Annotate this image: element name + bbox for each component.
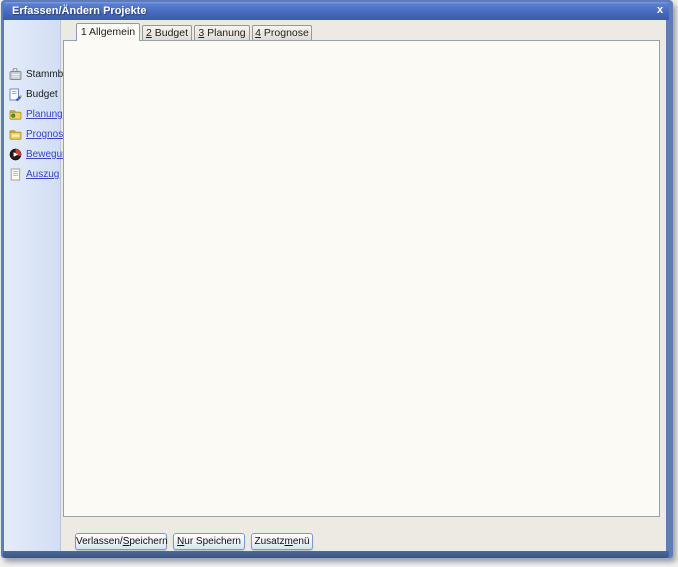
window-title: Erfassen/Ändern Projekte xyxy=(12,5,147,17)
button-label: peichern xyxy=(129,536,167,547)
sidebar-item-label: Auszug xyxy=(26,169,59,180)
button-label: Verlassen/ xyxy=(76,536,123,547)
close-icon[interactable]: x xyxy=(652,3,668,18)
document-icon xyxy=(9,168,22,181)
sidebar-item-stammblatt[interactable]: Stammblatt xyxy=(9,67,60,82)
tab-label: Budget xyxy=(152,27,188,39)
tab-label: Allgemein xyxy=(87,26,135,38)
tab-planung[interactable]: 3 Planung xyxy=(194,25,250,41)
button-label: Zusatz xyxy=(254,536,284,547)
tab-label: Prognose xyxy=(261,27,309,39)
tab-budget[interactable]: 2 Budget xyxy=(142,25,192,41)
tab-allgemein[interactable]: 1 Allgemein xyxy=(76,23,140,41)
sidebar: Stammblatt Budget Planung Prognose Beweg… xyxy=(4,20,61,551)
titlebar[interactable]: Erfassen/Ändern Projekte xyxy=(3,2,669,20)
folder-icon xyxy=(9,108,22,121)
verlassen-speichern-button[interactable]: Verlassen/Speichern xyxy=(75,533,167,550)
folder-open-icon xyxy=(9,128,22,141)
sidebar-item-label: Budget xyxy=(26,89,58,100)
screen: Erfassen/Ändern Projekte x Stammblatt Bu… xyxy=(0,0,678,567)
chart-disc-icon xyxy=(9,148,22,161)
sidebar-item-budget[interactable]: Budget xyxy=(9,87,60,102)
zusatzmenue-button[interactable]: Zusatzmenü xyxy=(251,533,313,550)
window-bottom-border xyxy=(3,551,669,558)
card-index-icon xyxy=(9,68,22,81)
nur-speichern-button[interactable]: Nur Speichern xyxy=(173,533,245,550)
sidebar-item-prognose[interactable]: Prognose xyxy=(9,127,60,142)
tab-prognose[interactable]: 4 Prognose xyxy=(252,25,312,41)
form-pencil-icon xyxy=(9,88,22,101)
tab-panel xyxy=(63,40,660,517)
button-label: ur Speichern xyxy=(184,536,241,547)
sidebar-item-label: Planung xyxy=(26,109,63,120)
sidebar-item-planung[interactable]: Planung xyxy=(9,107,60,122)
button-label: enü xyxy=(293,536,310,547)
sidebar-item-auszug[interactable]: Auszug xyxy=(9,167,60,182)
button-accel: m xyxy=(284,536,292,547)
tab-label: Planung xyxy=(204,27,245,39)
sidebar-item-bewegung[interactable]: Bewegung xyxy=(9,147,60,162)
